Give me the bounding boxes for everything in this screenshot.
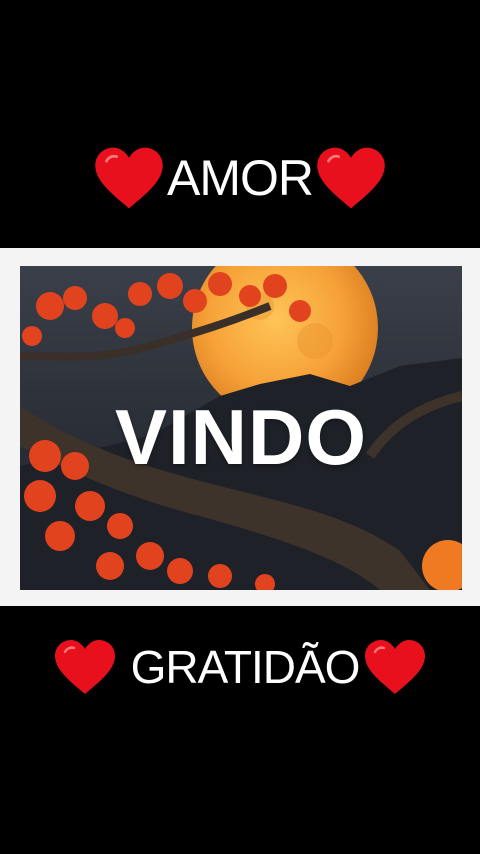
caption-amor: AMOR <box>167 150 314 206</box>
image-caption: VINDO <box>114 392 368 481</box>
heart-icon <box>53 638 117 696</box>
top-caption: AMOR <box>0 140 480 216</box>
caption-gratidao: GRATIDÃO <box>130 641 361 693</box>
heart-icon <box>363 638 427 696</box>
bottom-caption: GRATIDÃO <box>0 632 480 702</box>
heart-icon <box>315 145 387 211</box>
heart-icon <box>93 145 165 211</box>
